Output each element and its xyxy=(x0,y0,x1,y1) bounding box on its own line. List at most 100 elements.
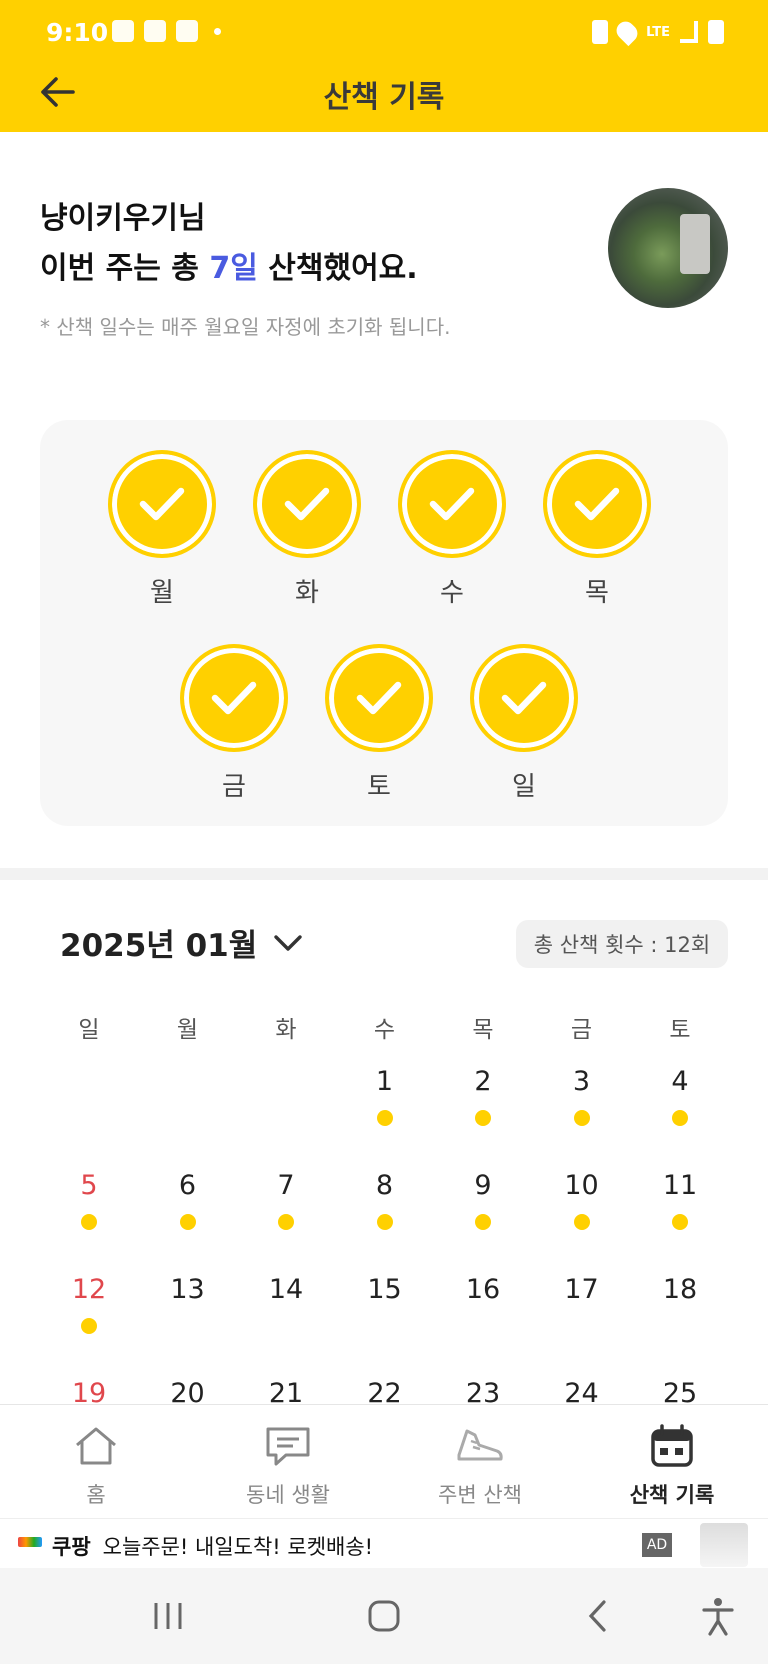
calendar-date[interactable]: 7 xyxy=(237,1170,335,1201)
chat-icon xyxy=(262,1423,314,1469)
bottom-nav: 홈 동네 생활 주변 산책 산책 기록 xyxy=(0,1404,768,1516)
home-icon xyxy=(70,1423,122,1469)
calendar-date[interactable]: 3 xyxy=(533,1066,631,1097)
summary-suffix: 산책했어요. xyxy=(257,251,418,286)
calendar-date[interactable]: 4 xyxy=(631,1066,729,1097)
month-label: 2025년 01월 xyxy=(60,928,258,964)
calendar-date[interactable]: 5 xyxy=(40,1170,138,1201)
weekday-label: 일 xyxy=(512,772,536,802)
nav-tab-label: 산책 기록 xyxy=(629,1483,715,1507)
signal-icon xyxy=(680,21,698,43)
ad-brand: 쿠팡 xyxy=(52,1535,91,1559)
calendar-date[interactable]: 12 xyxy=(40,1263,138,1309)
ad-text: 쿠팡 오늘주문! 내일도착! 로켓배송! xyxy=(52,1531,373,1561)
weekday-label: 금 xyxy=(222,772,246,802)
check-icon xyxy=(284,487,330,521)
check-icon xyxy=(429,487,475,521)
reset-note: * 산책 일수는 매주 월요일 자정에 초기화 됩니다. xyxy=(40,315,451,339)
calendar-icon xyxy=(646,1423,698,1469)
weekday-header: 목 xyxy=(472,1017,494,1043)
calendar-date[interactable]: 13 xyxy=(139,1274,237,1305)
profile-avatar[interactable] xyxy=(608,188,728,308)
back-nav-button[interactable] xyxy=(568,1588,628,1644)
calendar-date[interactable]: 14 xyxy=(237,1274,335,1305)
calendar-date[interactable]: 10 xyxy=(533,1170,631,1201)
check-circle xyxy=(253,450,361,558)
walk-record-dot xyxy=(573,1110,590,1126)
weekday-checkin: 화 xyxy=(253,450,361,609)
check-circle xyxy=(325,644,433,752)
summary-prefix: 이번 주는 총 xyxy=(40,251,210,286)
calendar-date[interactable]: 6 xyxy=(139,1170,237,1201)
calendar-date[interactable]: 1 xyxy=(336,1066,434,1097)
status-time: 9:10 xyxy=(46,18,109,47)
check-circle xyxy=(180,644,288,752)
calendar-date[interactable]: 17 xyxy=(533,1274,631,1305)
shoe-icon xyxy=(454,1423,506,1469)
check-icon xyxy=(574,487,620,521)
nav-tab[interactable]: 홈 xyxy=(0,1405,192,1517)
notification-icon xyxy=(176,20,198,42)
month-selector[interactable]: 2025년 01월 xyxy=(60,920,303,965)
ad-thumbnail xyxy=(700,1523,748,1567)
calendar-date[interactable]: 8 xyxy=(336,1170,434,1201)
weekday-checkin: 월 xyxy=(108,450,216,609)
notification-icon xyxy=(112,20,134,42)
weekday-label: 월 xyxy=(150,578,174,608)
status-notification-icons xyxy=(112,20,221,42)
battery-saver-icon xyxy=(592,20,609,44)
status-system-icons: LTE xyxy=(592,17,724,47)
walk-record-dot xyxy=(376,1214,393,1230)
ad-message: 오늘주문! 내일도착! 로켓배송! xyxy=(102,1535,374,1559)
calendar-date[interactable]: 2 xyxy=(434,1066,532,1097)
calendar-date[interactable]: 11 xyxy=(631,1170,729,1201)
status-bar: 9:10 LTE xyxy=(0,0,768,68)
calendar-date[interactable]: 15 xyxy=(336,1274,434,1305)
weekday-checkin: 수 xyxy=(398,450,506,609)
weekday-header: 금 xyxy=(570,1017,593,1043)
check-icon xyxy=(501,681,547,715)
weekday-checkin: 목 xyxy=(543,450,651,609)
accessibility-button[interactable] xyxy=(688,1588,748,1644)
recents-button[interactable] xyxy=(138,1588,198,1644)
home-button[interactable] xyxy=(354,1588,414,1644)
calendar-date[interactable]: 16 xyxy=(434,1274,532,1305)
weekday-label: 목 xyxy=(585,578,609,608)
ad-badge: AD xyxy=(642,1533,672,1557)
weekday-header: 수 xyxy=(373,1017,396,1043)
weekly-summary-line: 이번 주는 총 7일 산책했어요. xyxy=(40,244,418,294)
walk-record-dot xyxy=(672,1110,688,1126)
battery-icon xyxy=(708,20,724,44)
nav-tab[interactable]: 주변 산책 xyxy=(384,1405,576,1517)
weekday-header: 월 xyxy=(176,1017,199,1043)
check-circle xyxy=(470,644,578,752)
coupang-logo-icon xyxy=(18,1537,42,1547)
calendar-date[interactable]: 9 xyxy=(434,1170,532,1201)
nav-tab[interactable]: 동네 생활 xyxy=(192,1405,384,1517)
nav-tab-label: 주변 산책 xyxy=(438,1483,522,1507)
nav-tab[interactable]: 산책 기록 xyxy=(576,1405,768,1517)
walk-record-dot xyxy=(278,1214,294,1230)
accessibility-icon xyxy=(702,1598,734,1636)
weekday-header: 일 xyxy=(78,1017,100,1043)
weekly-checkin-card: 월 화 수 목금 토 일 xyxy=(40,420,728,826)
weekly-summary: 냥이키우기님 이번 주는 총 7일 산책했어요. xyxy=(40,194,418,294)
walk-record-dot xyxy=(81,1214,97,1230)
chevron-down-icon xyxy=(274,934,302,951)
location-icon xyxy=(612,17,642,47)
ad-banner[interactable]: 쿠팡 오늘주문! 내일도착! 로켓배송! AD xyxy=(0,1518,768,1568)
check-icon xyxy=(211,681,257,715)
system-nav-bar xyxy=(0,1568,768,1664)
weekday-label: 토 xyxy=(367,772,391,802)
nav-tab-label: 홈 xyxy=(86,1483,106,1507)
walk-record-dot xyxy=(179,1214,196,1230)
weekday-header: 토 xyxy=(669,1017,691,1043)
check-circle xyxy=(398,450,506,558)
calendar-date[interactable]: 18 xyxy=(631,1274,729,1305)
weekday-checkin: 금 xyxy=(180,644,288,803)
notification-icon xyxy=(144,20,166,42)
walk-record-dot xyxy=(573,1214,590,1230)
recents-icon xyxy=(154,1603,182,1629)
weekday-label: 수 xyxy=(440,578,464,608)
walk-record-dot xyxy=(81,1318,97,1334)
